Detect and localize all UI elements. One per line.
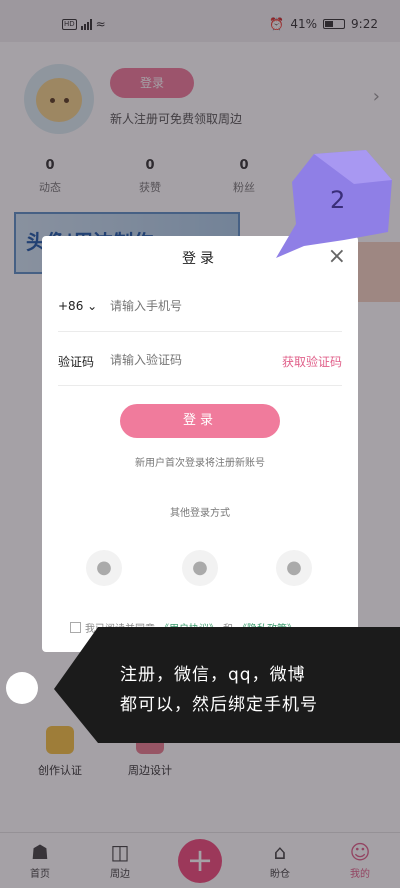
callout-bubble	[54, 627, 400, 743]
code-row: 验证码 获取验证码	[58, 336, 342, 386]
code-label: 验证码	[58, 355, 95, 369]
callout-line-1: 注册，微信，qq，微博	[120, 665, 306, 685]
tap-indicator	[6, 672, 38, 704]
step-number: 2	[330, 186, 346, 214]
phone-input[interactable]	[110, 299, 270, 313]
new-user-note: 新用户首次登录将注册新账号	[135, 458, 265, 469]
qq-icon[interactable]: ●	[86, 550, 122, 586]
chevron-down-icon: ⌄	[87, 299, 98, 313]
verification-code-input[interactable]	[110, 353, 270, 367]
wechat-icon[interactable]: ●	[182, 550, 218, 586]
callout-line-2: 都可以，然后绑定手机号	[120, 695, 318, 715]
phone-row: +86 ⌄	[58, 282, 342, 332]
weibo-icon[interactable]: ●	[276, 550, 312, 586]
country-code: +86	[58, 299, 84, 313]
get-code-button[interactable]: 获取验证码	[282, 353, 342, 370]
login-dialog: 登录 × +86 ⌄ 验证码 获取验证码 登录 新用户首次登录将注册新账号 其他…	[42, 236, 358, 652]
other-login-label: 其他登录方式	[170, 508, 230, 519]
login-button[interactable]: 登录	[120, 404, 280, 438]
country-code-select[interactable]: +86 ⌄	[58, 299, 97, 313]
